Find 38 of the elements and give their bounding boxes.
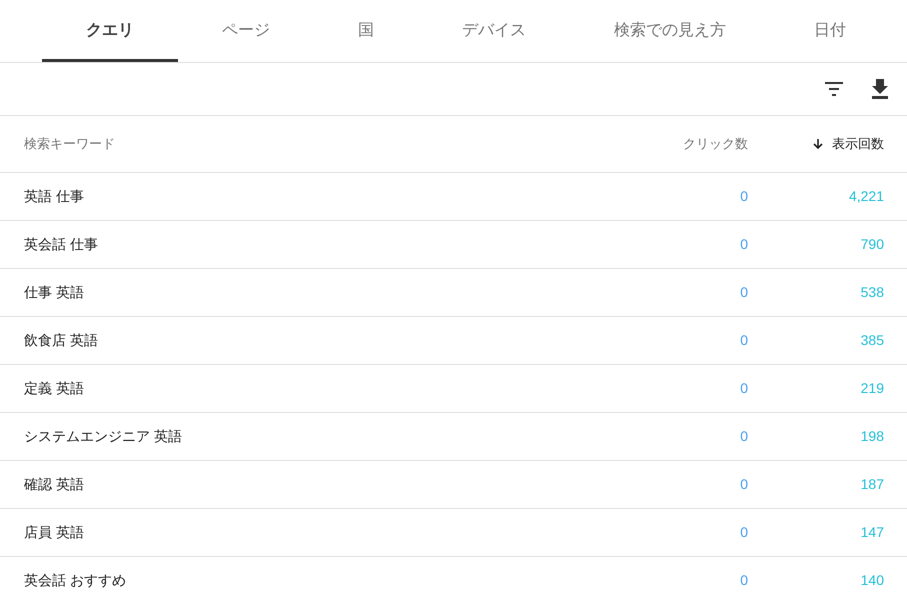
table-cell-text: 英会話 仕事 bbox=[23, 235, 99, 254]
column-header[interactable]: クリック数 bbox=[683, 134, 748, 154]
table-cell-text: 英語 仕事 bbox=[23, 187, 85, 206]
filter-icon[interactable] bbox=[823, 81, 845, 97]
table-cell-text: 飲食店 英語 bbox=[23, 331, 99, 350]
table-cell-text: 0 bbox=[739, 571, 748, 590]
column-header[interactable]: 検索キーワード bbox=[24, 134, 115, 154]
tab[interactable]: 国 bbox=[314, 0, 418, 62]
download-icon[interactable] bbox=[871, 79, 889, 99]
table-cell-text: 0 bbox=[739, 331, 748, 350]
table-cell-text: 0 bbox=[739, 379, 748, 398]
table-cell-text: 英会話 おすすめ bbox=[23, 571, 127, 590]
table-cell-text: 198 bbox=[860, 427, 884, 446]
table-cell-text: 790 bbox=[860, 235, 884, 254]
table-cell-text: 店員 英語 bbox=[23, 523, 85, 542]
table-cell-text: 0 bbox=[739, 427, 748, 446]
table-cell-text: 0 bbox=[739, 475, 748, 494]
tab[interactable]: 検索での見え方 bbox=[570, 0, 770, 62]
table-cell-text: 0 bbox=[739, 187, 748, 206]
table-cell-text: 仕事 英語 bbox=[23, 283, 85, 302]
table-cell-text: 0 bbox=[739, 523, 748, 542]
table-cell-text: 定義 英語 bbox=[23, 379, 85, 398]
table-cell-text: 219 bbox=[860, 379, 884, 398]
table-cell-text: 4,221 bbox=[848, 187, 884, 206]
table-cell-text: 0 bbox=[739, 235, 748, 254]
table-cell-text: 147 bbox=[860, 523, 884, 542]
tab[interactable]: デバイス bbox=[418, 0, 570, 62]
table-cell-text: 538 bbox=[860, 283, 884, 302]
table-cell-text: システムエンジニア 英語 bbox=[23, 427, 183, 446]
table-cell-text: 385 bbox=[860, 331, 884, 350]
tab[interactable]: 日付 bbox=[770, 0, 890, 62]
tab[interactable]: クエリ bbox=[42, 0, 178, 62]
table-cell-text: 187 bbox=[860, 475, 884, 494]
table-cell-text: 0 bbox=[739, 283, 748, 302]
table-cell-text: 140 bbox=[860, 571, 884, 590]
table-cell-text: 確認 英語 bbox=[23, 475, 85, 494]
column-header[interactable]: 表示回数 bbox=[832, 134, 884, 154]
tab[interactable]: ページ bbox=[178, 0, 314, 62]
